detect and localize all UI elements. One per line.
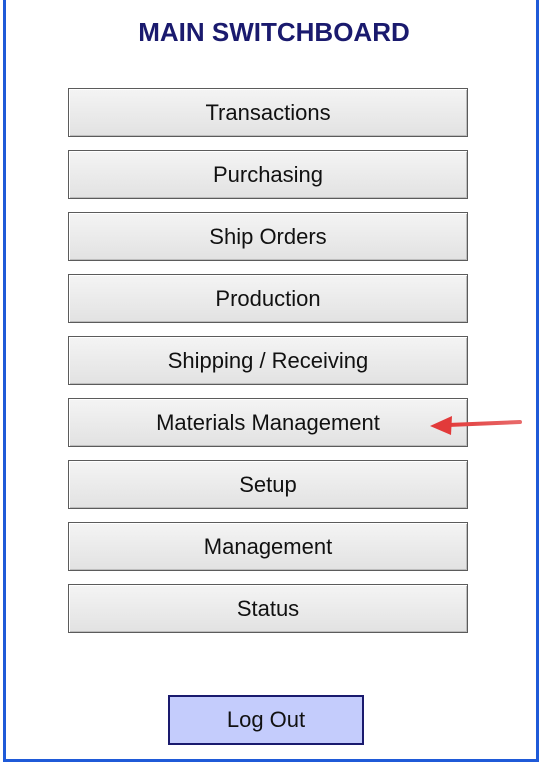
materials-management-button[interactable]: Materials Management [68, 398, 468, 447]
switchboard-window: MAIN SWITCHBOARD Transactions Purchasing… [3, 0, 539, 762]
shipping-receiving-button[interactable]: Shipping / Receiving [68, 336, 468, 385]
management-button[interactable]: Management [68, 522, 468, 571]
setup-button[interactable]: Setup [68, 460, 468, 509]
transactions-button[interactable]: Transactions [68, 88, 468, 137]
page-title: MAIN SWITCHBOARD [138, 17, 410, 47]
red-arrow-icon [430, 416, 522, 435]
status-button[interactable]: Status [68, 584, 468, 633]
ship-orders-button[interactable]: Ship Orders [68, 212, 468, 261]
production-button[interactable]: Production [68, 274, 468, 323]
log-out-button[interactable]: Log Out [168, 695, 364, 745]
purchasing-button[interactable]: Purchasing [68, 150, 468, 199]
